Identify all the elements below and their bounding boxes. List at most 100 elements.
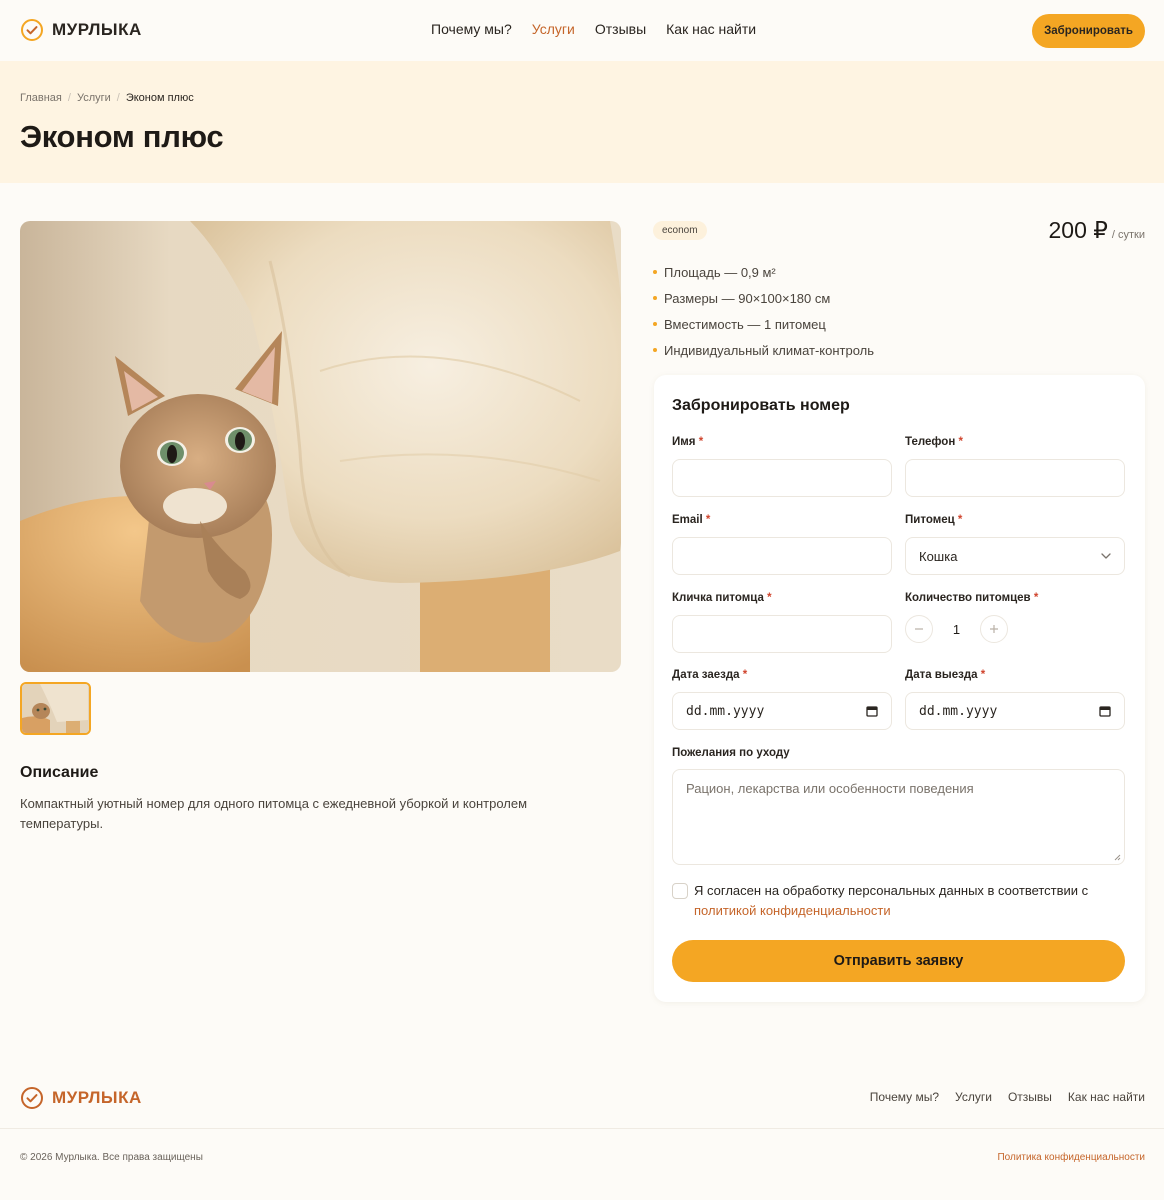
- submit-button[interactable]: Отправить заявку: [672, 940, 1125, 982]
- room-features: Площадь — 0,9 м² Размеры — 90×100×180 см…: [653, 259, 874, 363]
- pet-select-value: Кошка: [919, 548, 958, 564]
- price-value: 200 ₽: [1048, 217, 1108, 243]
- decrement-button[interactable]: [905, 615, 933, 643]
- footer-nav-why-us[interactable]: Почему мы?: [870, 1090, 939, 1104]
- pet-label-text: Питомец: [905, 514, 955, 526]
- footer-privacy-link[interactable]: Политика конфиденциальности: [997, 1152, 1145, 1163]
- room-class-badge: econom: [653, 221, 707, 240]
- name-label: Имя *: [672, 436, 703, 448]
- minus-icon: [915, 628, 923, 630]
- breadcrumb-current: Эконом плюс: [125, 92, 194, 104]
- description-title: Описание: [20, 764, 99, 781]
- page-hero: Главная / Услуги / Эконом плюс Эконом пл…: [0, 61, 1164, 183]
- description-text: Компактный уютный номер для одного питом…: [20, 796, 528, 831]
- required-mark: *: [958, 436, 963, 448]
- increment-button[interactable]: [980, 615, 1008, 643]
- footer-nav-services[interactable]: Услуги: [955, 1090, 992, 1104]
- feature-text: Площадь — 0,9 м²: [664, 264, 776, 280]
- feature-text: Размеры — 90×100×180 см: [664, 290, 831, 306]
- footer-logo-text: МУРЛЫКА: [52, 1088, 142, 1107]
- required-mark: *: [957, 514, 963, 526]
- wishes-textarea[interactable]: Рацион, лекарства или особенности поведе…: [672, 769, 1125, 865]
- name-input[interactable]: [672, 459, 892, 497]
- bullet-dot-icon: [653, 322, 657, 326]
- breadcrumb: Главная / Услуги / Эконом плюс: [20, 92, 194, 104]
- price-unit: / сутки: [1111, 229, 1145, 241]
- book-button[interactable]: Забронировать: [1032, 14, 1145, 48]
- pet-label: Питомец *: [905, 514, 962, 526]
- calendar-icon[interactable]: [1099, 705, 1111, 717]
- feature-item: Вместимость — 1 питомец: [653, 311, 874, 337]
- logo-text: МУРЛЫКА: [52, 20, 142, 39]
- nav-item-location[interactable]: Как нас найти: [666, 21, 756, 37]
- resize-handle-icon[interactable]: [1114, 854, 1121, 861]
- required-mark: *: [1033, 592, 1039, 604]
- checkout-label: Дата выезда *: [905, 669, 985, 681]
- privacy-policy-link[interactable]: политикой конфиденциальности: [694, 903, 891, 918]
- checkin-date-input[interactable]: dd.mm.yyyy: [672, 692, 892, 730]
- logo[interactable]: МУРЛЫКА: [20, 18, 142, 42]
- bullet-dot-icon: [653, 270, 657, 274]
- check-circle-icon: [21, 19, 43, 41]
- plus-icon: [990, 625, 998, 633]
- footer-logo[interactable]: МУРЛЫКА: [20, 1086, 142, 1110]
- wishes-placeholder: Рацион, лекарства или особенности поведе…: [686, 781, 974, 796]
- wishes-label: Пожелания по уходу: [672, 747, 790, 759]
- feature-text: Индивидуальный климат-контроль: [664, 342, 875, 358]
- required-mark: *: [742, 669, 748, 681]
- room-photo[interactable]: [20, 221, 621, 672]
- consent-checkbox[interactable]: [672, 883, 688, 899]
- checkin-label-text: Дата заезда: [672, 669, 740, 681]
- breadcrumb-services[interactable]: Услуги: [77, 92, 111, 104]
- calendar-icon[interactable]: [866, 705, 878, 717]
- consent-text: Я согласен на обработку персональных дан…: [694, 881, 1127, 921]
- breadcrumb-home[interactable]: Главная: [20, 92, 62, 104]
- booking-form-title: Забронировать номер: [672, 397, 850, 414]
- breadcrumb-separator: /: [116, 92, 120, 104]
- nav-item-services[interactable]: Услуги: [532, 21, 575, 37]
- pet-name-label-text: Кличка питомца: [672, 592, 764, 604]
- bullet-dot-icon: [653, 296, 657, 300]
- gallery-thumbnail[interactable]: [20, 682, 91, 735]
- pet-name-input[interactable]: [672, 615, 892, 653]
- footer-nav-location[interactable]: Как нас найти: [1068, 1090, 1145, 1104]
- pet-count-label: Количество питомцев *: [905, 592, 1038, 604]
- consent-label: Я согласен на обработку персональных дан…: [694, 883, 1089, 898]
- phone-input[interactable]: [905, 459, 1125, 497]
- feature-item: Размеры — 90×100×180 см: [653, 285, 874, 311]
- pet-name-label: Кличка питомца *: [672, 592, 772, 604]
- kitten-photo-image: [20, 221, 621, 672]
- pet-select[interactable]: Кошка: [905, 537, 1125, 575]
- phone-label: Телефон *: [905, 436, 963, 448]
- site-header: МУРЛЫКА Почему мы? Услуги Отзывы Как нас…: [0, 0, 1164, 61]
- check-circle-icon: [21, 1087, 43, 1109]
- name-label-text: Имя: [672, 436, 696, 448]
- footer-nav: Почему мы? Услуги Отзывы Как нас найти: [870, 1090, 1145, 1104]
- pet-count-value[interactable]: 1: [933, 622, 980, 637]
- main-nav: Почему мы? Услуги Отзывы Как нас найти: [431, 21, 756, 37]
- checkout-label-text: Дата выезда: [905, 669, 978, 681]
- breadcrumb-separator: /: [67, 92, 71, 104]
- nav-item-reviews[interactable]: Отзывы: [595, 21, 646, 37]
- kitten-thumbnail-image: [22, 684, 89, 733]
- page-title: Эконом плюс: [20, 119, 224, 154]
- email-input[interactable]: [672, 537, 892, 575]
- checkout-date-input[interactable]: dd.mm.yyyy: [905, 692, 1125, 730]
- required-mark: *: [767, 592, 772, 604]
- consent-row: Я согласен на обработку персональных дан…: [672, 881, 1127, 921]
- checkout-placeholder: dd.mm.yyyy: [919, 703, 998, 719]
- copyright: © 2026 Мурлыка. Все права защищены: [20, 1152, 203, 1163]
- email-label-text: Email: [672, 514, 703, 526]
- footer-divider: [0, 1128, 1164, 1129]
- nav-item-why-us[interactable]: Почему мы?: [431, 21, 512, 37]
- feature-text: Вместимость — 1 питомец: [664, 316, 826, 332]
- phone-label-text: Телефон: [905, 436, 956, 448]
- checkin-label: Дата заезда *: [672, 669, 747, 681]
- email-label: Email *: [672, 514, 710, 526]
- checkin-placeholder: dd.mm.yyyy: [686, 703, 765, 719]
- footer-nav-reviews[interactable]: Отзывы: [1008, 1090, 1052, 1104]
- chevron-down-icon: [1101, 553, 1111, 559]
- bullet-dot-icon: [653, 348, 657, 352]
- feature-item: Площадь — 0,9 м²: [653, 259, 874, 285]
- pet-count-stepper: 1: [905, 615, 1008, 643]
